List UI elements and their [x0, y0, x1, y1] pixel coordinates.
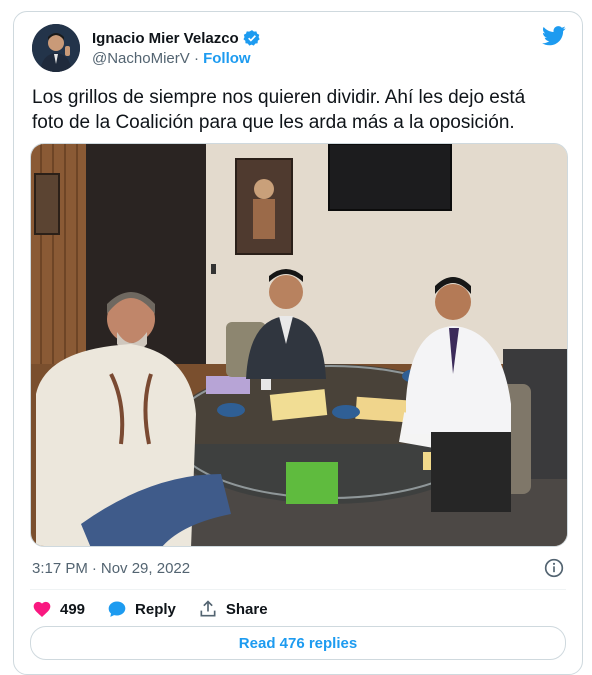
- tweet-text: Los grillos de siempre nos quieren divid…: [32, 87, 526, 133]
- timestamp-separator: ·: [91, 560, 97, 577]
- action-bar: 499 Reply Share: [32, 596, 290, 622]
- follow-button[interactable]: Follow: [203, 50, 251, 67]
- reply-button[interactable]: Reply: [107, 599, 176, 619]
- like-button[interactable]: 499: [32, 599, 85, 619]
- reply-label: Reply: [135, 600, 176, 618]
- heart-icon: [33, 601, 51, 617]
- reply-bubble-icon: [108, 601, 126, 617]
- tweet-date: Nov 29, 2022: [100, 560, 191, 577]
- share-button[interactable]: Share: [198, 599, 268, 619]
- tweet-photo[interactable]: [30, 143, 568, 547]
- handle-separator: ·: [193, 50, 199, 67]
- tweet-time: 3:17 PM: [32, 560, 88, 577]
- divider: [30, 589, 566, 590]
- twitter-bird-icon[interactable]: [542, 26, 566, 46]
- share-label: Share: [225, 600, 268, 618]
- avatar[interactable]: [32, 24, 80, 72]
- verified-badge-icon: [243, 30, 260, 46]
- share-icon: [200, 600, 216, 617]
- author-display-name[interactable]: Ignacio Mier Velazco: [92, 30, 239, 47]
- tweet-timestamp[interactable]: 3:17 PM · Nov 29, 2022: [32, 560, 190, 577]
- like-count: 499: [60, 600, 86, 618]
- info-icon[interactable]: [544, 558, 564, 578]
- read-replies-button[interactable]: Read 476 replies: [30, 626, 566, 660]
- author-handle[interactable]: @NachoMierV: [92, 50, 190, 67]
- tweet-card: Ignacio Mier Velazco @NachoMierV · Follo…: [13, 11, 583, 675]
